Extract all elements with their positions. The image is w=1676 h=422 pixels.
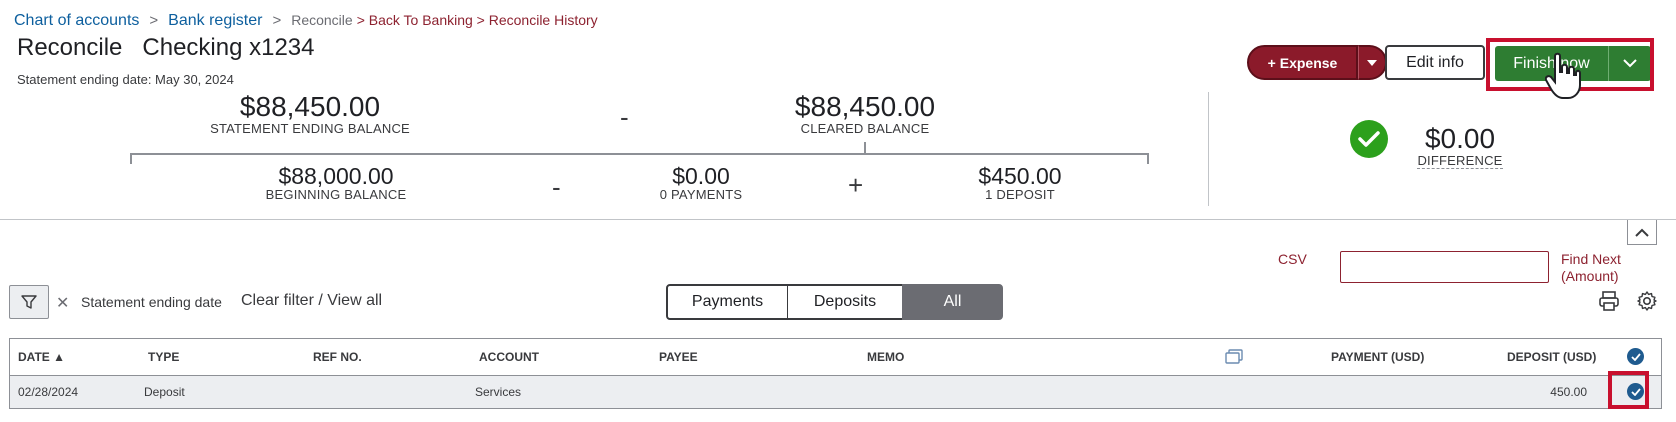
- column-header-ref-no[interactable]: REF NO.: [313, 350, 362, 364]
- column-header-account[interactable]: ACCOUNT: [479, 350, 539, 364]
- difference-label: DIFFERENCE: [1417, 153, 1503, 169]
- page-title-text: Reconcile: [17, 34, 123, 61]
- row-account: Services: [475, 385, 522, 399]
- breadcrumb: Chart of accounts > Bank register > Reco…: [14, 12, 598, 30]
- deposits-label: 1 DEPOSIT: [985, 187, 1055, 202]
- filter-chip-label: Statement ending date: [81, 294, 222, 310]
- beginning-balance-label: BEGINNING BALANCE: [265, 187, 407, 202]
- transactions-table: DATE ▲ TYPE REF NO. ACCOUNT PAYEE MEMO P…: [9, 338, 1662, 409]
- tab-payments[interactable]: Payments: [666, 284, 789, 320]
- filter-button[interactable]: [9, 285, 49, 319]
- highlight-outline: [1608, 371, 1649, 409]
- column-header-deposit[interactable]: DEPOSIT (USD): [1507, 350, 1596, 364]
- cleared-balance: $88,450.00 CLEARED BALANCE: [770, 92, 960, 136]
- find-next-label: Find Next: [1561, 251, 1621, 267]
- deposits-total: $450.00 1 DEPOSIT: [945, 164, 1095, 202]
- column-header-date[interactable]: DATE ▲: [18, 350, 65, 364]
- minus-sign: -: [552, 172, 561, 202]
- close-icon[interactable]: ✕: [56, 293, 69, 313]
- breadcrumb-chart-of-accounts[interactable]: Chart of accounts: [14, 12, 139, 30]
- column-header-type[interactable]: TYPE: [148, 350, 179, 364]
- hand-cursor-icon: [1545, 52, 1581, 99]
- find-next-link[interactable]: Find Next (Amount): [1561, 251, 1621, 285]
- column-header-memo[interactable]: MEMO: [867, 350, 904, 364]
- beginning-balance: $88,000.00 BEGINNING BALANCE: [236, 164, 436, 202]
- minus-sign: -: [620, 102, 629, 132]
- filter-icon: [21, 295, 37, 309]
- print-icon[interactable]: [1598, 290, 1620, 312]
- gear-icon[interactable]: [1636, 290, 1658, 312]
- beginning-balance-amount: $88,000.00: [278, 163, 394, 189]
- chevron-down-icon: [1367, 59, 1377, 66]
- row-date: 02/28/2024: [18, 385, 79, 399]
- balance-bracket-tick: [864, 142, 866, 154]
- breadcrumb-separator: >: [272, 12, 282, 29]
- find-amount-input[interactable]: [1340, 251, 1549, 283]
- column-header-payee[interactable]: PAYEE: [659, 350, 698, 364]
- statement-ending-balance: $88,450.00 STATEMENT ENDING BALANCE: [205, 92, 415, 136]
- breadcrumb-bank-register[interactable]: Bank register: [168, 12, 262, 30]
- clear-filter-link[interactable]: Clear filter / View all: [241, 292, 382, 310]
- cleared-balance-amount: $88,450.00: [794, 91, 936, 122]
- page-title: Reconcile Checking x1234: [17, 34, 315, 62]
- statement-ending-balance-amount: $88,450.00: [239, 91, 381, 122]
- account-name: Checking x1234: [142, 34, 315, 61]
- breadcrumb-back-to-banking[interactable]: > Back To Banking > Reconcile History: [357, 12, 598, 28]
- table-header: DATE ▲ TYPE REF NO. ACCOUNT PAYEE MEMO P…: [10, 339, 1661, 376]
- payments-amount: $0.00: [672, 163, 730, 189]
- row-deposit: 450.00: [1550, 385, 1587, 399]
- tab-all[interactable]: All: [902, 284, 1003, 320]
- collapse-summary-button[interactable]: [1627, 220, 1657, 245]
- statement-ending-date: Statement ending date: May 30, 2024: [17, 72, 234, 87]
- summary-divider: [1208, 92, 1209, 206]
- checkmark-icon: [1630, 352, 1641, 361]
- find-next-sublabel: (Amount): [1561, 268, 1619, 284]
- section-divider: [0, 219, 1676, 220]
- cleared-balance-label: CLEARED BALANCE: [800, 121, 930, 136]
- difference: $0.00 DIFFERENCE: [1405, 123, 1515, 169]
- table-row[interactable]: 02/28/2024 Deposit Services 450.00: [10, 376, 1661, 408]
- payments-total: $0.00 0 PAYMENTS: [626, 164, 776, 202]
- edit-info-button[interactable]: Edit info: [1385, 45, 1485, 80]
- csv-link[interactable]: CSV: [1278, 251, 1307, 267]
- select-all-checkbox[interactable]: [1627, 348, 1644, 365]
- column-header-payment[interactable]: PAYMENT (USD): [1331, 350, 1424, 364]
- breadcrumb-reconcile: Reconcile: [291, 12, 353, 28]
- columns-icon[interactable]: [1225, 349, 1243, 365]
- statement-ending-balance-label: STATEMENT ENDING BALANCE: [210, 121, 410, 136]
- breadcrumb-separator: >: [149, 12, 159, 29]
- deposits-amount: $450.00: [978, 163, 1062, 189]
- chevron-up-icon: [1635, 228, 1649, 237]
- difference-amount: $0.00: [1424, 123, 1496, 154]
- tab-deposits[interactable]: Deposits: [787, 284, 904, 320]
- plus-sign: +: [848, 170, 864, 200]
- payments-label: 0 PAYMENTS: [659, 187, 743, 202]
- row-type: Deposit: [144, 385, 185, 399]
- expense-dropdown-button[interactable]: [1358, 45, 1387, 80]
- add-expense-button[interactable]: + Expense: [1247, 45, 1358, 80]
- balanced-check-icon: [1350, 120, 1388, 158]
- checkmark-icon: [1358, 131, 1380, 147]
